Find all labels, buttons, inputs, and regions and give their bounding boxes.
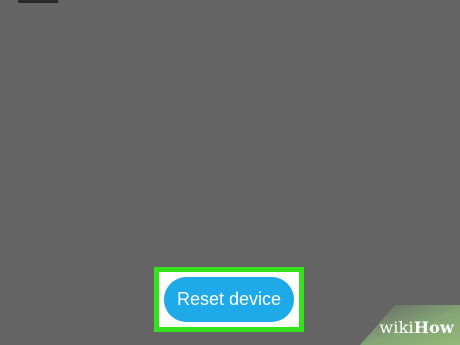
wikihow-watermark: wikiHow <box>360 305 460 345</box>
watermark-how: How <box>413 318 454 337</box>
highlight-frame: Reset device <box>154 267 304 332</box>
top-edge-bar <box>18 0 58 3</box>
watermark-wiki: wiki <box>379 318 414 337</box>
reset-device-button[interactable]: Reset device <box>164 277 294 322</box>
watermark-logo-text: wikiHow <box>379 318 454 337</box>
